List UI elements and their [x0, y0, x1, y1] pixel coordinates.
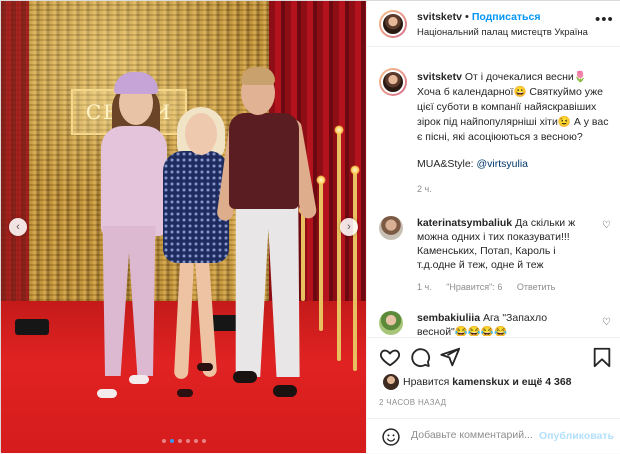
stage-light	[15, 319, 49, 335]
add-comment-bar: Опубликовать	[367, 418, 620, 454]
stage-lamp	[350, 165, 360, 371]
post-photo[interactable]: СВ ЖИ	[1, 1, 366, 453]
carousel-dot	[161, 439, 166, 443]
heart-icon[interactable]	[379, 346, 401, 368]
caption-time[interactable]: 2 ч.	[417, 182, 613, 197]
likes-user-link[interactable]: kamenskux	[452, 376, 509, 388]
instagram-post: СВ ЖИ	[0, 0, 620, 453]
author-avatar[interactable]	[379, 10, 407, 38]
comment-time[interactable]: 1 ч.	[417, 282, 432, 292]
bookmark-icon[interactable]	[591, 346, 613, 368]
carousel-dot	[193, 439, 198, 443]
author-username[interactable]: svitsketv	[417, 11, 462, 23]
post-location[interactable]: Національний палац мистецтв Україна	[417, 27, 588, 38]
carousel-dot	[201, 439, 206, 443]
share-icon[interactable]	[439, 346, 461, 368]
stage-lamp	[316, 175, 326, 331]
red-curtain-left	[1, 1, 29, 331]
stage-lamp	[298, 205, 308, 301]
liker-avatar[interactable]	[383, 374, 399, 390]
carousel-dot	[177, 439, 182, 443]
likes-prefix: Нравится	[403, 376, 450, 388]
comments-list[interactable]: svitsketv От і дочекалися весни🌷 Хоча б …	[367, 48, 620, 336]
stage-lamp	[334, 125, 344, 361]
comment-likes[interactable]: "Нравится": 6	[446, 282, 502, 292]
caption-author-avatar[interactable]	[379, 68, 407, 96]
comment-username[interactable]: sembakiuliia	[417, 312, 480, 324]
likes-summary: Нравится kamenskux и ещё 4 368	[403, 376, 572, 388]
comment-username[interactable]: katerinatsymbaliuk	[417, 217, 512, 229]
post-actions: Нравится kamenskux и ещё 4 368 2 ЧАСОВ Н…	[367, 337, 620, 453]
caption-username[interactable]: svitsketv	[417, 71, 462, 83]
carousel-dot	[169, 439, 174, 443]
commenter-avatar[interactable]	[379, 311, 403, 335]
post-side-panel: svitsketv • Подписаться Національний палац…	[366, 1, 620, 453]
caption-mention-link[interactable]: @virtsyulia	[477, 158, 529, 170]
carousel-dot	[185, 439, 190, 443]
chevron-right-icon[interactable]: ›	[340, 218, 358, 236]
commenter-avatar[interactable]	[379, 216, 403, 240]
caption-credit-prefix: MUA&Style:	[417, 158, 477, 170]
emoji-icon[interactable]	[381, 427, 401, 447]
header-separator: •	[464, 11, 469, 23]
comment-like-heart-icon[interactable]: ♡	[602, 220, 611, 231]
likes-others-link[interactable]: и ещё 4 368	[512, 376, 571, 388]
carousel-indicator	[1, 439, 366, 443]
reply-button[interactable]: Ответить	[517, 282, 555, 292]
follow-button[interactable]: Подписаться	[472, 11, 541, 23]
comment-icon[interactable]	[409, 346, 431, 368]
comment-like-heart-icon[interactable]: ♡	[602, 317, 611, 328]
chevron-left-icon[interactable]: ‹	[9, 218, 27, 236]
post-timestamp[interactable]: 2 ЧАСОВ НАЗАД	[379, 398, 446, 407]
publish-button[interactable]: Опубликовать	[539, 430, 614, 442]
post-header: svitsketv • Подписаться Національний палац…	[367, 1, 620, 47]
more-horizontal-icon[interactable]: •••	[595, 11, 614, 28]
